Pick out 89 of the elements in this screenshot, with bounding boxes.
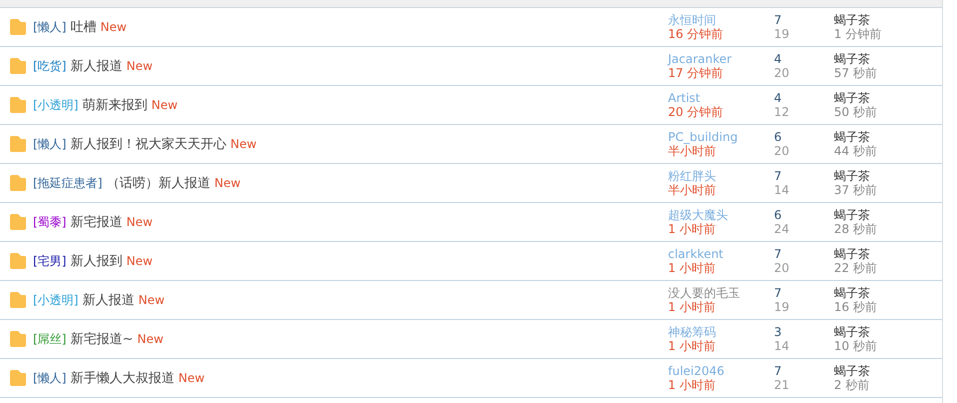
reply-count: 6 <box>774 208 783 222</box>
reply-count: 7 <box>774 286 783 300</box>
post-time: 半小时前 <box>668 144 717 158</box>
last-reply-time: 57 秒前 <box>834 66 878 80</box>
view-count: 12 <box>774 105 790 119</box>
view-count: 14 <box>774 339 790 353</box>
thread-tag[interactable]: [懒人] <box>33 18 66 36</box>
reply-count: 4 <box>774 91 783 105</box>
new-label: New <box>214 176 241 190</box>
view-count: 20 <box>774 144 790 158</box>
folder-icon <box>9 58 27 74</box>
reply-count: 7 <box>774 364 783 378</box>
view-count: 20 <box>774 261 790 275</box>
last-poster[interactable]: 蝎子茶 <box>834 130 878 144</box>
post-time: 1 小时前 <box>668 300 716 314</box>
new-label: New <box>126 215 153 229</box>
thread-title[interactable]: 新人报到 <box>70 252 122 270</box>
thread-tag[interactable]: [蜀黍] <box>33 214 66 230</box>
thread-tag[interactable]: [宅男] <box>33 252 66 270</box>
last-poster[interactable]: 蝎子茶 <box>834 91 878 105</box>
post-time: 1 小时前 <box>668 378 716 392</box>
post-time: 半小时前 <box>668 183 717 197</box>
reply-count: 4 <box>774 52 783 66</box>
thread-tag[interactable]: [懒人] <box>33 136 66 152</box>
new-label: New <box>151 98 178 112</box>
last-reply-time: 10 秒前 <box>834 339 878 353</box>
folder-icon <box>9 214 27 230</box>
folder-icon <box>9 253 27 269</box>
reply-count: 7 <box>774 247 783 261</box>
last-reply-time: 2 秒前 <box>834 378 870 392</box>
post-time: 1 小时前 <box>668 339 716 353</box>
view-count: 24 <box>774 222 790 236</box>
folder-icon <box>9 97 27 113</box>
view-count: 21 <box>774 378 790 392</box>
last-reply-time: 44 秒前 <box>834 144 878 158</box>
thread-title[interactable]: 新人报道 <box>70 57 122 75</box>
last-poster[interactable]: 蝎子茶 <box>834 52 878 66</box>
post-time: 17 分钟前 <box>668 66 724 80</box>
reply-count: 6 <box>774 130 783 144</box>
last-reply-time: 28 秒前 <box>834 222 878 236</box>
thread-title[interactable]: 新宅报道~ <box>70 330 134 348</box>
last-poster[interactable]: 蝎子茶 <box>834 325 878 339</box>
thread-tag[interactable]: [拖延症患者] <box>33 174 102 192</box>
last-poster[interactable]: 蝎子茶 <box>834 247 878 261</box>
new-label: New <box>100 20 127 34</box>
view-count: 19 <box>774 300 790 314</box>
last-poster[interactable]: 蝎子茶 <box>834 169 878 183</box>
thread-title[interactable]: 吐槽 <box>70 18 96 36</box>
last-poster[interactable]: 蝎子茶 <box>834 208 878 222</box>
thread-tag[interactable]: [屌丝] <box>33 330 66 348</box>
thread-title[interactable]: 新人报到！祝大家天天开心 <box>70 135 226 153</box>
thread-title[interactable]: 萌新来报到 <box>82 96 148 114</box>
last-poster[interactable]: 蝎子茶 <box>834 286 878 300</box>
folder-icon <box>9 175 27 191</box>
thread-title[interactable]: 新宅报道 <box>70 213 122 231</box>
folder-icon <box>9 292 27 308</box>
last-reply-time: 37 秒前 <box>834 183 878 197</box>
last-reply-time: 1 分钟前 <box>834 27 882 41</box>
last-reply-time: 22 秒前 <box>834 261 878 275</box>
folder-icon <box>9 136 27 152</box>
folder-icon <box>9 331 27 347</box>
last-reply-time: 16 秒前 <box>834 300 878 314</box>
new-label: New <box>178 371 205 385</box>
reply-count: 7 <box>774 13 783 27</box>
reply-count: 7 <box>774 169 783 183</box>
thread-title[interactable]: 新人报道 <box>82 291 134 309</box>
post-time: 20 分钟前 <box>668 105 724 119</box>
new-label: New <box>230 137 257 151</box>
post-time: 16 分钟前 <box>668 27 724 41</box>
new-label: New <box>137 332 164 346</box>
new-label: New <box>138 293 165 307</box>
view-count: 20 <box>774 66 790 80</box>
thread-title[interactable]: （话唠）新人报道 <box>106 174 210 192</box>
view-count: 14 <box>774 183 790 197</box>
last-reply-time: 50 秒前 <box>834 105 878 119</box>
thread-tag[interactable]: [懒人] <box>33 370 66 386</box>
new-label: New <box>126 254 153 268</box>
folder-icon <box>9 370 27 386</box>
last-poster[interactable]: 蝎子茶 <box>834 13 882 27</box>
reply-count: 3 <box>774 325 783 339</box>
view-count: 19 <box>774 27 790 41</box>
folder-icon <box>9 19 27 35</box>
author-link[interactable]: 没人要的毛玉 <box>668 286 774 300</box>
thread-tag[interactable]: [吃货] <box>33 58 66 74</box>
thread-title[interactable]: 新手懒人大叔报道 <box>70 369 174 387</box>
last-poster[interactable]: 蝎子茶 <box>834 364 870 378</box>
new-label: New <box>126 59 153 73</box>
post-time: 1 小时前 <box>668 261 716 275</box>
post-time: 1 小时前 <box>668 222 716 236</box>
